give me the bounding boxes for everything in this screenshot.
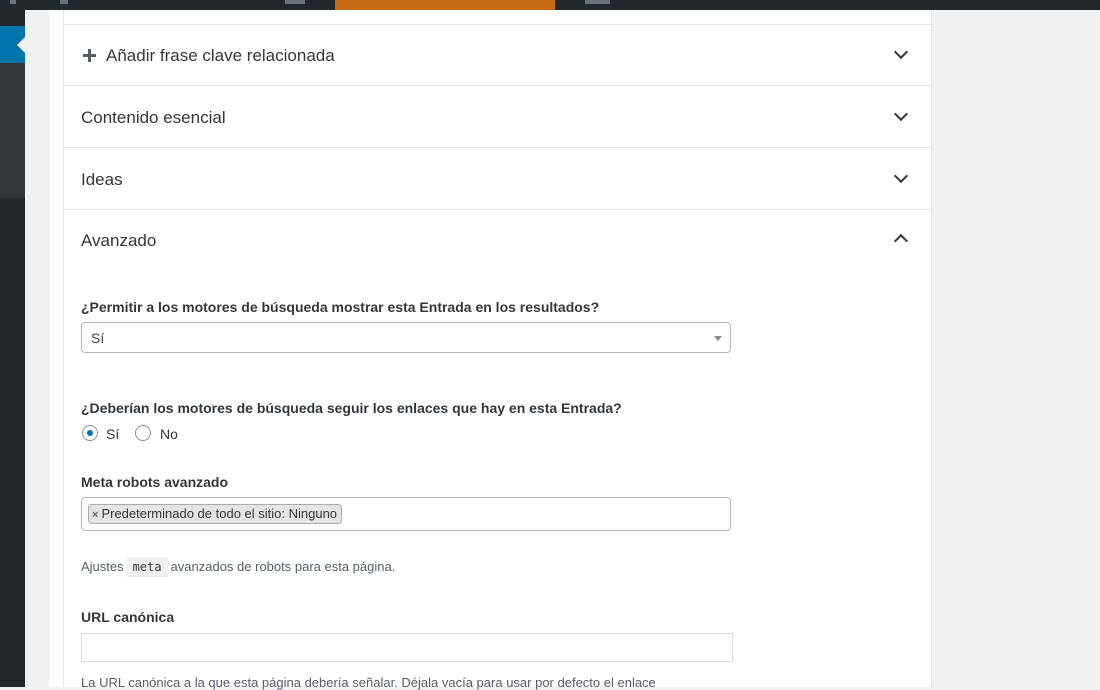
select-value: Sí [91,330,105,346]
help-text: avanzados de robots para esta página. [170,559,396,574]
admin-sidebar [0,10,25,687]
canonical-help: La URL canónica a la que esta página deb… [81,675,656,690]
plus-icon [83,49,96,62]
chip-label: Predeterminado de todo el sitio: Ninguno [101,506,338,521]
admin-bar-item[interactable] [285,0,305,4]
index-select[interactable]: Sí [81,322,731,353]
panel-title: Avanzado [81,231,157,250]
chevron-up-icon [893,233,909,249]
panel-insights[interactable]: Ideas [64,149,931,210]
panel-cornerstone-content[interactable]: Contenido esencial [64,87,931,148]
panel-related-keyphrase[interactable]: Añadir frase clave relacionada [64,25,931,86]
admin-top-bar [0,0,1100,10]
meta-robots-label: Meta robots avanzado [81,474,229,490]
panel-title: Añadir frase clave relacionada [106,46,335,65]
meta-robots-chip: × Predeterminado de todo el sitio: Ningun… [88,504,343,524]
chevron-down-icon [893,168,909,184]
help-code: meta [126,557,168,577]
follow-yes-label[interactable]: Sí [106,426,119,442]
admin-bar-item[interactable] [585,0,610,4]
chevron-down-icon [893,44,909,60]
chevron-down-icon [893,106,909,122]
remove-chip-icon[interactable]: × [92,509,98,521]
sidebar-submenu[interactable] [0,63,25,198]
yoast-metabox: Añadir frase clave relacionada Contenido… [63,10,932,690]
meta-robots-multiselect[interactable]: × Predeterminado de todo el sitio: Ningun… [81,497,731,531]
canonical-url-input[interactable] [81,633,733,662]
caret-down-icon [714,336,722,341]
follow-yes-radio[interactable] [82,425,98,441]
panel-title: Contenido esencial [81,108,226,127]
admin-bar-item[interactable] [60,0,68,4]
active-arrow-icon [17,37,25,53]
follow-no-label[interactable]: No [160,426,178,442]
follow-no-radio[interactable] [135,425,151,441]
admin-bar-item[interactable] [10,0,16,4]
help-text: Ajustes [81,559,124,574]
panel-advanced[interactable]: Avanzado [64,211,931,267]
index-question-label: ¿Permitir a los motores de búsqueda most… [81,299,600,315]
meta-robots-help: Ajustes meta avanzados de robots para esta… [81,557,396,577]
panel-title: Ideas [81,170,123,189]
canonical-label: URL canónica [81,609,175,625]
admin-bar-active-item[interactable] [335,0,555,10]
follow-question-label: ¿Deberían los motores de búsqueda seguir… [81,400,622,416]
sidebar-active-item[interactable] [0,26,25,63]
